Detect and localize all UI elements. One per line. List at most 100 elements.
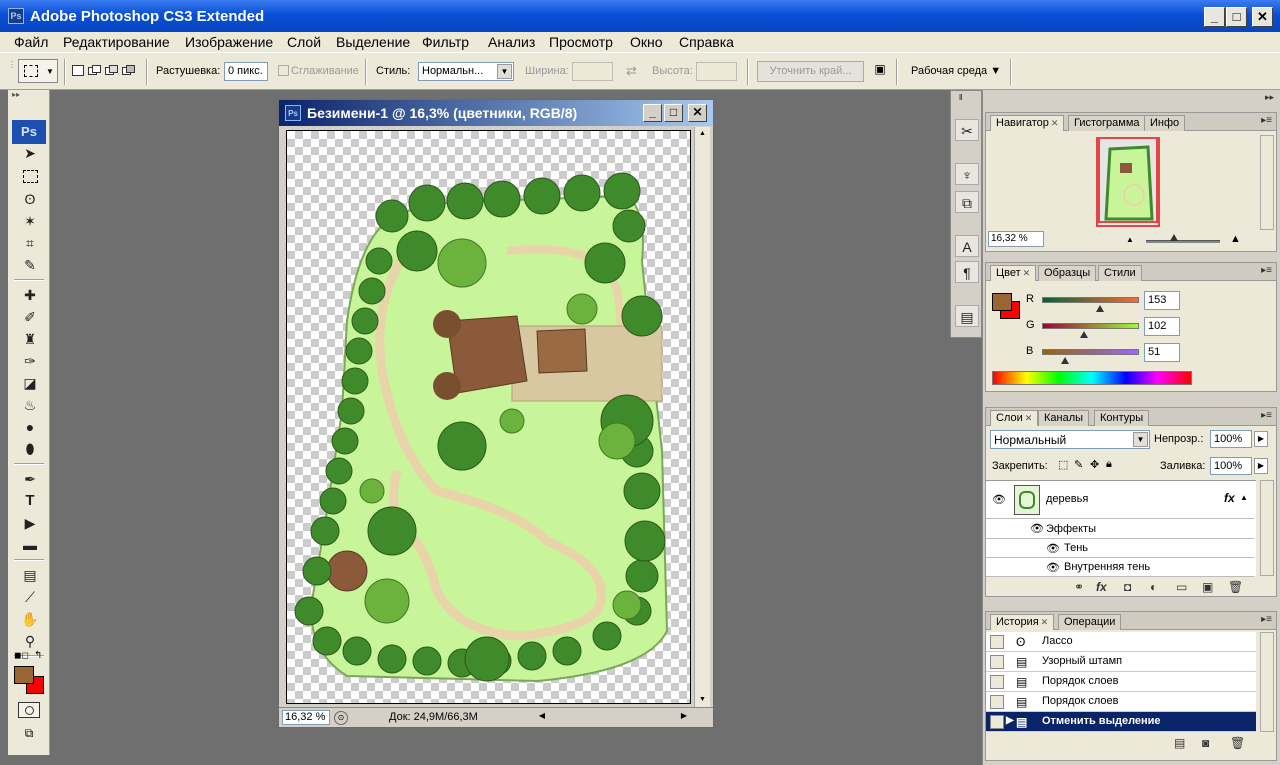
- quick-mask-icon[interactable]: [18, 702, 40, 718]
- lock-all-icon[interactable]: 🔒︎: [1106, 458, 1112, 471]
- opacity-input[interactable]: 100%: [1210, 430, 1252, 448]
- blue-slider-thumb[interactable]: [1061, 357, 1069, 364]
- tab-info[interactable]: Инфо: [1144, 115, 1186, 131]
- add-mask-icon[interactable]: ◘: [1124, 580, 1131, 594]
- trash-icon[interactable]: 🗑︎: [1230, 736, 1245, 750]
- new-document-from-state-icon[interactable]: ▤: [1174, 736, 1185, 750]
- opacity-arrow-icon[interactable]: ▶: [1254, 431, 1268, 447]
- history-item[interactable]: ▤ Порядок слоев: [986, 672, 1256, 692]
- history-item[interactable]: ▤ Узорный штамп: [986, 652, 1256, 672]
- menu-help[interactable]: Справка: [679, 34, 734, 50]
- brush-tool-icon[interactable]: ✐: [18, 306, 42, 328]
- document-title-bar[interactable]: Ps Безимени-1 @ 16,3% (цветники, RGB/8) …: [279, 100, 713, 126]
- adjustment-layer-icon[interactable]: ◐: [1150, 580, 1157, 594]
- close-button[interactable]: ✕: [1252, 7, 1273, 27]
- history-state-marker-icon[interactable]: ▶: [1006, 715, 1014, 726]
- scroll-down-arrow-icon[interactable]: ▼: [696, 693, 709, 707]
- red-channel-slider[interactable]: [1042, 297, 1139, 303]
- dock-collapse-icon[interactable]: ▸▸: [1265, 92, 1274, 103]
- tool-preset-picker[interactable]: ▼: [18, 59, 58, 83]
- healing-brush-icon[interactable]: ✚: [18, 284, 42, 306]
- eyedropper-icon[interactable]: ⟋: [18, 586, 42, 608]
- eraser-tool-icon[interactable]: ◪: [18, 372, 42, 394]
- navigator-view-box[interactable]: [1098, 137, 1158, 223]
- lock-pixels-icon[interactable]: ✎: [1074, 458, 1083, 471]
- history-scrollbar[interactable]: [1260, 632, 1274, 732]
- slice-tool-icon[interactable]: ✎: [18, 254, 42, 276]
- crop-tool-icon[interactable]: ⌗: [18, 232, 42, 254]
- menu-image[interactable]: Изображение: [185, 34, 273, 50]
- foreground-color-swatch[interactable]: [14, 666, 34, 684]
- tab-navigator[interactable]: Навигатор ✕: [990, 115, 1065, 131]
- history-brush-icon[interactable]: ✑: [18, 350, 42, 372]
- layer-row[interactable]: 👁︎ деревья fx ▲: [986, 481, 1254, 519]
- scroll-right-arrow-icon[interactable]: ▶: [677, 711, 691, 725]
- layer-effect-row[interactable]: 👁︎ Внутренняя тень: [986, 558, 1254, 577]
- color-spectrum-ramp[interactable]: [992, 371, 1192, 385]
- blue-value-input[interactable]: 51: [1144, 343, 1180, 362]
- tab-channels[interactable]: Каналы: [1038, 410, 1090, 426]
- history-snapshot-checkbox[interactable]: [990, 695, 1004, 709]
- default-colors-icon[interactable]: ◼◻: [14, 650, 29, 661]
- file-browser-icon[interactable]: ▣: [870, 62, 890, 80]
- visibility-eye-icon[interactable]: 👁︎: [1030, 522, 1044, 535]
- fill-input[interactable]: 100%: [1210, 457, 1252, 475]
- trash-icon[interactable]: 🗑︎: [1228, 580, 1243, 594]
- lock-transparency-icon[interactable]: ⬚: [1058, 458, 1068, 471]
- add-selection-icon[interactable]: [88, 65, 102, 76]
- character-panel-icon[interactable]: A: [955, 235, 979, 257]
- tool-presets-icon[interactable]: ✂: [955, 119, 979, 141]
- foreground-color-swatch[interactable]: [992, 293, 1012, 311]
- marquee-tool-icon[interactable]: [18, 166, 42, 188]
- doc-close-button[interactable]: ✕: [688, 104, 707, 122]
- add-style-icon[interactable]: fx: [1096, 580, 1107, 594]
- photoshop-badge[interactable]: Ps: [12, 120, 46, 144]
- menu-filter[interactable]: Фильтр: [422, 34, 469, 50]
- visibility-eye-icon[interactable]: 👁︎: [992, 493, 1006, 506]
- new-selection-icon[interactable]: [72, 65, 84, 76]
- history-item-selected[interactable]: ▶ ▤ Отменить выделение: [986, 712, 1256, 732]
- visibility-eye-icon[interactable]: 👁︎: [1046, 561, 1060, 574]
- fill-arrow-icon[interactable]: ▶: [1254, 458, 1268, 474]
- menu-window[interactable]: Окно: [630, 34, 663, 50]
- panel-menu-icon[interactable]: ▸≡: [1261, 115, 1272, 126]
- layer-comps-icon[interactable]: ▤: [955, 305, 979, 327]
- green-value-input[interactable]: 102: [1144, 317, 1180, 336]
- layer-effects-row[interactable]: 👁︎ Эффекты: [986, 519, 1254, 539]
- history-snapshot-checkbox[interactable]: [990, 655, 1004, 669]
- magic-wand-icon[interactable]: ✶: [18, 210, 42, 232]
- zoom-out-icon[interactable]: ▲: [1126, 235, 1134, 244]
- navigator-zoom-slider[interactable]: [1146, 240, 1220, 243]
- path-selection-icon[interactable]: ▶: [18, 512, 42, 534]
- history-item[interactable]: ʘ Лассо: [986, 632, 1256, 652]
- panel-menu-icon[interactable]: ▸≡: [1261, 614, 1272, 625]
- move-tool-icon[interactable]: ➤: [18, 142, 42, 164]
- width-input[interactable]: [572, 62, 613, 81]
- close-icon[interactable]: ✕: [1025, 413, 1033, 423]
- dodge-tool-icon[interactable]: ⬮: [18, 438, 42, 460]
- new-snapshot-icon[interactable]: ◙: [1202, 736, 1209, 750]
- navigator-zoom-field[interactable]: 16,32 %: [988, 231, 1044, 247]
- expand-effects-icon[interactable]: ▲: [1240, 493, 1248, 502]
- history-snapshot-checkbox[interactable]: [990, 675, 1004, 689]
- close-icon[interactable]: ✕: [1041, 617, 1049, 627]
- tab-swatches[interactable]: Образцы: [1038, 265, 1097, 281]
- history-snapshot-checkbox[interactable]: [990, 635, 1004, 649]
- hand-tool-icon[interactable]: ✋: [18, 608, 42, 630]
- workspace-menu[interactable]: Рабочая среда ▼: [911, 65, 1001, 77]
- new-group-icon[interactable]: ▭: [1176, 580, 1187, 594]
- maximize-button[interactable]: □: [1226, 7, 1247, 27]
- zoom-tool-icon[interactable]: ⚲: [18, 630, 42, 652]
- close-icon[interactable]: ✕: [1023, 268, 1031, 278]
- minimize-button[interactable]: _: [1204, 7, 1225, 27]
- notes-tool-icon[interactable]: ▤: [18, 564, 42, 586]
- rectangle-tool-icon[interactable]: ▬: [18, 534, 42, 556]
- clone-source-icon[interactable]: ⧉: [955, 191, 979, 213]
- panel-menu-icon[interactable]: ▸≡: [1261, 265, 1272, 276]
- blue-channel-slider[interactable]: [1042, 349, 1139, 355]
- pen-tool-icon[interactable]: ✒: [18, 468, 42, 490]
- tab-histogram[interactable]: Гистограмма: [1068, 115, 1146, 131]
- feather-input[interactable]: 0 пикс.: [224, 62, 268, 81]
- menu-layer[interactable]: Слой: [287, 34, 321, 50]
- history-item[interactable]: ▤ Порядок слоев: [986, 692, 1256, 712]
